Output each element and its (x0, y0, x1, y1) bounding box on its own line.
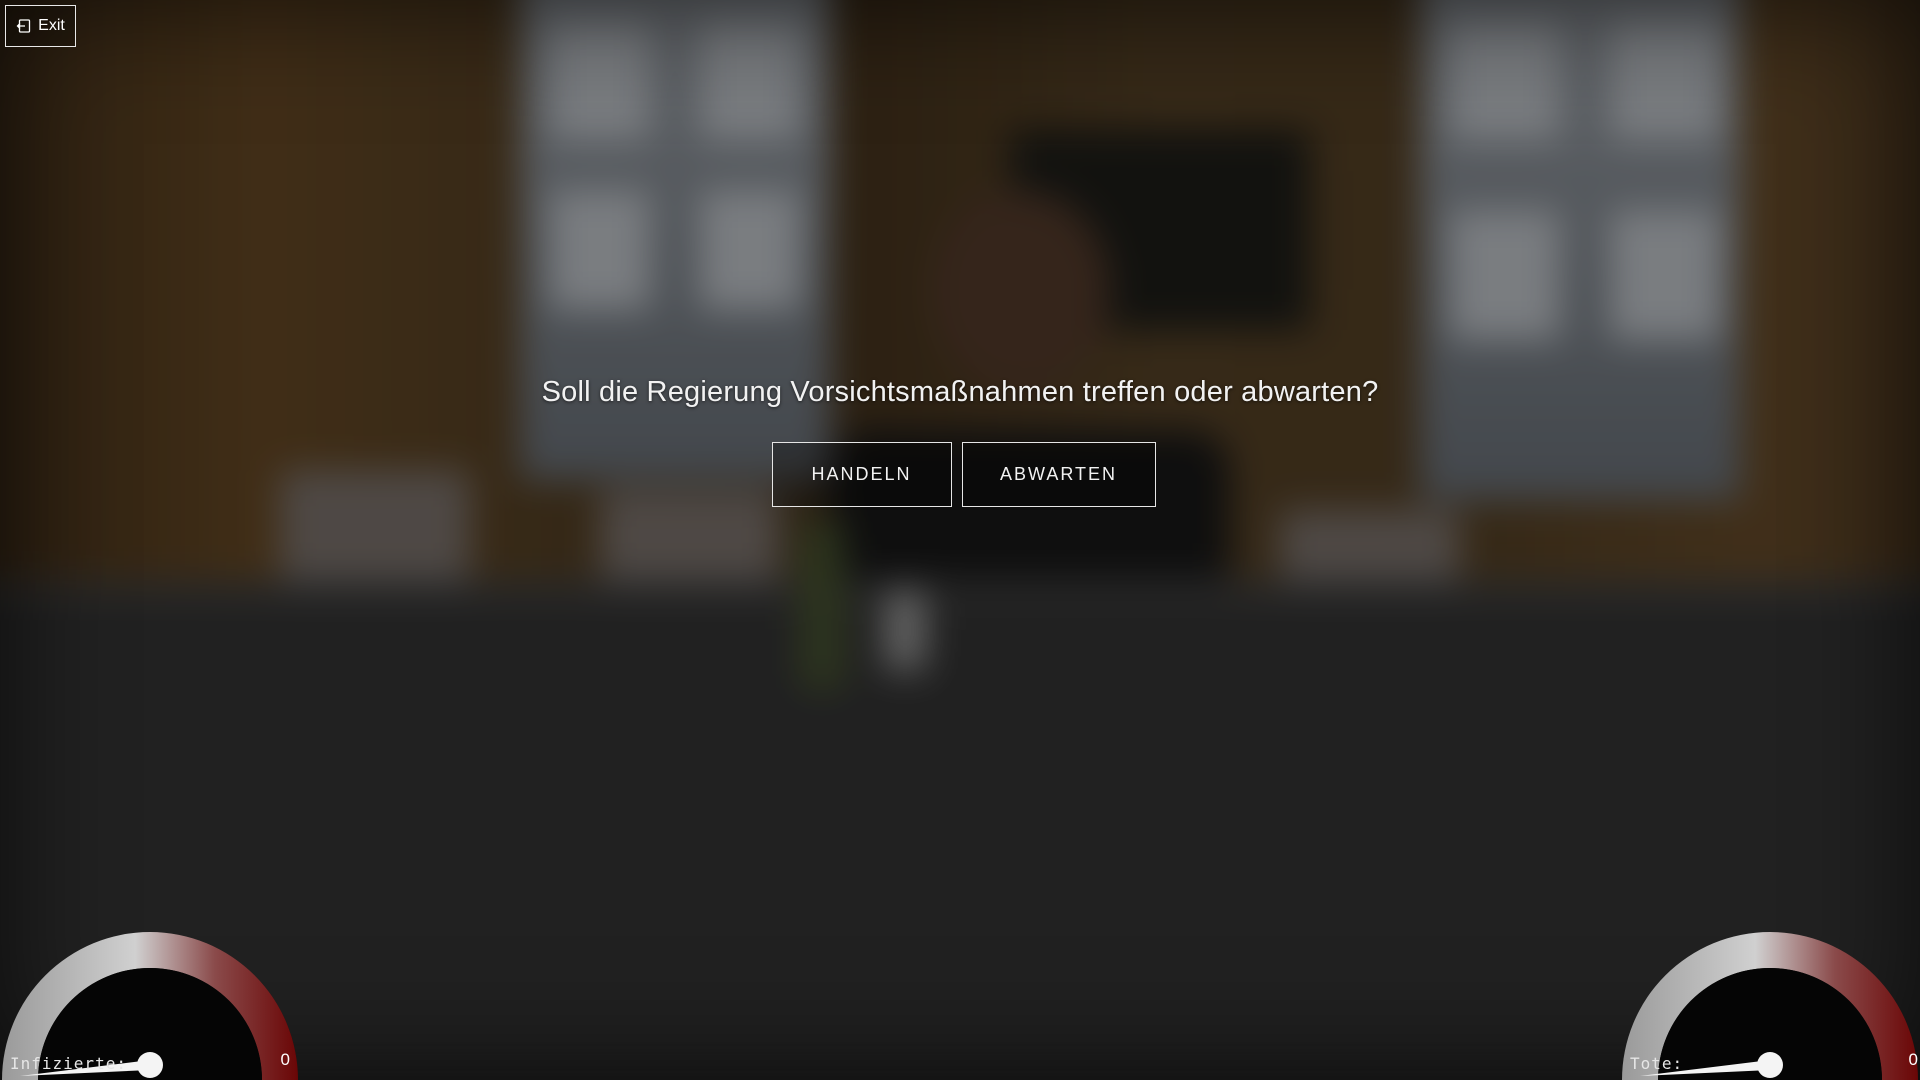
act-button[interactable]: HANDELN (771, 442, 952, 507)
exit-icon (16, 19, 31, 33)
infected-gauge: Infizierte: 0 (0, 904, 300, 1080)
deaths-label: Tote: (1630, 1054, 1684, 1073)
infected-value: 0 (280, 1050, 290, 1069)
deaths-value: 0 (1908, 1050, 1918, 1069)
wait-button[interactable]: ABWARTEN (961, 442, 1156, 507)
infected-label: Infizierte: (10, 1054, 127, 1073)
deaths-gauge-pivot (1757, 1052, 1783, 1078)
exit-button[interactable]: Exit (5, 5, 76, 47)
exit-label: Exit (38, 17, 65, 34)
infected-gauge-pivot (137, 1052, 163, 1078)
deaths-gauge: Tote: 0 (1620, 904, 1920, 1080)
decision-choices: HANDELN ABWARTEN (0, 442, 1920, 507)
decision-question: Soll die Regierung Vorsichtsmaßnahmen tr… (541, 376, 1379, 408)
